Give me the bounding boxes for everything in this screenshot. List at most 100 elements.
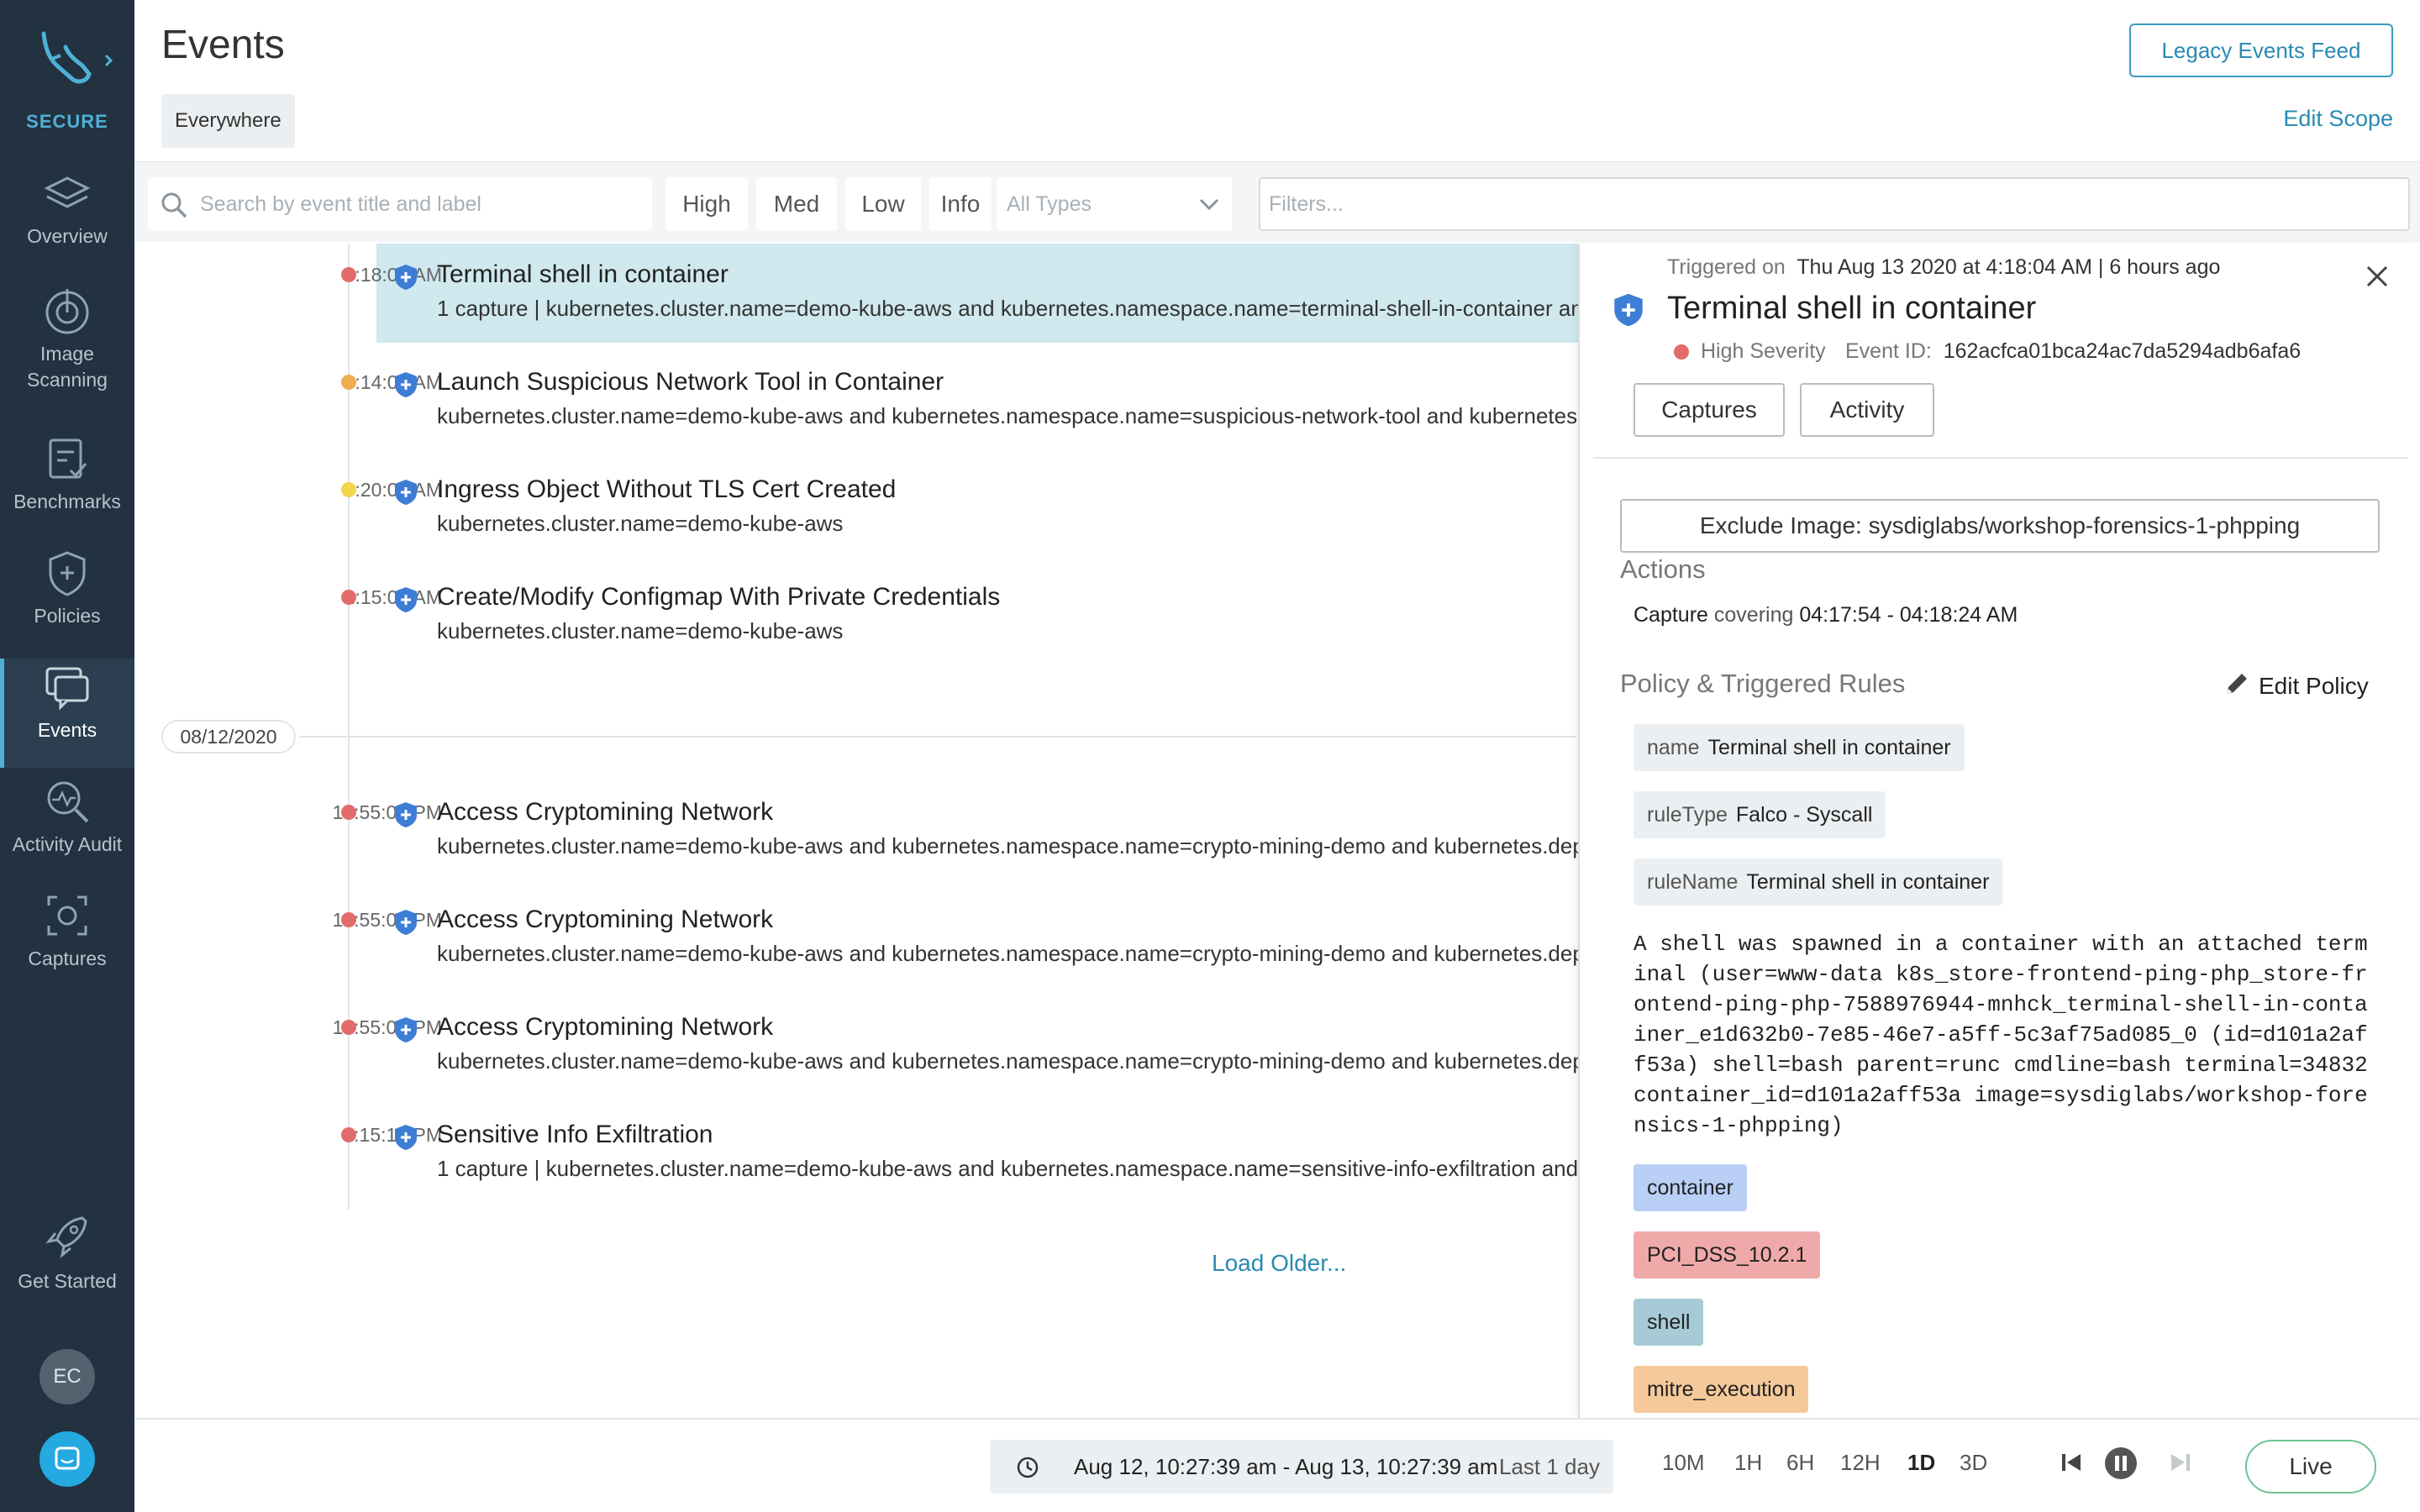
sidebar-item-label: Captures [28,948,107,969]
event-subtitle: kubernetes.cluster.name=demo-kube-aws an… [437,833,1580,858]
event-row[interactable]: 3:15:10 PM Sensitive Info Exfiltration 1… [134,1104,1580,1203]
close-icon[interactable] [2365,264,2390,289]
rule-key: ruleType [1647,803,1728,827]
chat-button[interactable] [39,1431,95,1487]
range-1d-button[interactable]: 1D [1907,1450,1935,1476]
range-12h-button[interactable]: 12H [1840,1450,1881,1476]
event-time: 3:20:01 AM [344,479,442,501]
event-row[interactable]: 10:55:03 PM Access Cryptomining Network … [134,996,1580,1095]
event-id: Event ID: 162acfca01bca24ac7da5294adb6af… [1845,339,2301,364]
shield-plus-icon [1614,293,1643,327]
severity-high-button[interactable]: High [666,177,748,231]
severity-info-button[interactable]: Info [929,177,992,231]
chevron-down-icon [1199,198,1219,211]
severity-dot [341,1127,356,1142]
shield-plus-icon [395,1017,417,1042]
time-range-display[interactable]: Aug 12, 10:27:39 am - Aug 13, 10:27:39 a… [990,1440,1613,1494]
legacy-events-feed-button[interactable]: Legacy Events Feed [2129,24,2393,77]
event-time: 1:15:04 AM [344,586,442,608]
skip-back-icon[interactable] [2059,1450,2084,1475]
rule-value: Terminal shell in container [1746,870,1990,894]
date-separator-line [299,736,1576,738]
event-title: Launch Suspicious Network Tool in Contai… [437,368,944,396]
event-row[interactable]: 4:18:04 AM Terminal shell in container 1… [134,244,1580,343]
pause-icon[interactable] [2104,1446,2138,1480]
capture-label[interactable]: Capture [1634,603,1708,627]
live-button[interactable]: Live [2245,1440,2376,1494]
event-title: Terminal shell in container [437,260,729,288]
exclude-image-button[interactable]: Exclude Image: sysdiglabs/workshop-foren… [1620,499,2380,553]
range-3d-button[interactable]: 3D [1960,1450,1987,1476]
edit-scope-link[interactable]: Edit Scope [2283,106,2393,132]
event-row[interactable]: 10:55:04 PM Access Cryptomining Network … [134,889,1580,988]
event-subtitle: kubernetes.cluster.name=demo-kube-aws an… [437,403,1580,428]
event-title: Sensitive Info Exfiltration [437,1121,713,1148]
tab-captures[interactable]: Captures [1634,383,1785,437]
event-subtitle: kubernetes.cluster.name=demo-kube-aws [437,618,844,643]
event-type-select[interactable]: All Types [997,177,1232,231]
event-row[interactable]: 10:55:04 PM Access Cryptomining Network … [134,781,1580,880]
sidebar-item-get-started[interactable]: Get Started [0,1210,134,1310]
rule-value: Falco - Syscall [1735,803,1873,827]
sidebar-item-image-scanning[interactable]: Image Scanning [0,286,134,412]
logo[interactable]: SECURE [0,25,134,143]
sysdig-logo-icon [41,31,113,84]
range-1h-button[interactable]: 1H [1734,1450,1762,1476]
event-time: 3:15:10 PM [343,1124,442,1146]
scan-icon [45,289,89,334]
rule-key: name [1647,736,1700,759]
tag-shell[interactable]: shell [1634,1299,1704,1346]
edit-policy-label: Edit Policy [2259,673,2369,699]
sidebar-item-label: Events [37,719,97,741]
sidebar-item-events[interactable]: Events [0,659,134,768]
rule-value: Terminal shell in container [1707,736,1951,759]
sidebar-item-overview[interactable]: Overview [0,168,134,272]
tag-pci-dss[interactable]: PCI_DSS_10.2.1 [1634,1231,1821,1278]
event-card [376,244,1580,343]
policy-heading: Policy & Triggered Rules [1620,669,1906,698]
event-row[interactable]: 1:15:04 AM Create/Modify Configmap With … [134,566,1580,665]
sidebar-item-captures[interactable]: Captures [0,890,134,995]
pencil-icon [2227,674,2247,694]
range-10m-button[interactable]: 10M [1662,1450,1705,1476]
clock-icon [1017,1457,1039,1478]
time-range-text: Aug 12, 10:27:39 am - Aug 13, 10:27:39 a… [1074,1454,1498,1479]
rule-key: ruleName [1647,870,1739,894]
tag-container[interactable]: container [1634,1164,1747,1211]
edit-policy-button[interactable]: Edit Policy [2223,670,2369,700]
sidebar-item-label: Policies [34,605,101,627]
triggered-value: Thu Aug 13 2020 at 4:18:04 AM | 6 hours … [1797,255,2221,279]
time-navigation-bar: Aug 12, 10:27:39 am - Aug 13, 10:27:39 a… [134,1418,2420,1512]
sidebar-item-activity-audit[interactable]: Activity Audit [0,776,134,880]
rule-chip-name: name Terminal shell in container [1634,724,1965,771]
scope-chip[interactable]: Everywhere [161,94,295,148]
load-older-link[interactable]: Load Older... [1212,1250,1346,1277]
event-time: 4:14:04 AM [344,371,442,393]
divider [1593,457,2408,459]
severity-med-button[interactable]: Med [756,177,837,231]
capture-text: covering [1713,603,1794,627]
rocket-icon [45,1216,87,1258]
brand-label: SECURE [26,111,108,132]
event-detail-panel: Triggered on Thu Aug 13 2020 at 4:18:04 … [1578,244,2420,1418]
event-subtitle: 1 capture | kubernetes.cluster.name=demo… [437,296,1580,321]
sidebar-item-policies[interactable]: Policies [0,548,134,652]
tag-mitre-execution[interactable]: mitre_execution [1634,1366,1809,1413]
event-subtitle: 1 capture | kubernetes.cluster.name=demo… [437,1156,1580,1181]
sidebar: SECURE Overview Image Scanning Benchmark… [0,0,134,1512]
severity-low-button[interactable]: Low [845,177,921,231]
sidebar-item-label: Activity Audit [12,833,123,855]
event-title: Ingress Object Without TLS Cert Created [437,475,897,503]
event-row[interactable]: 4:14:04 AM Launch Suspicious Network Too… [134,351,1580,450]
sidebar-item-benchmarks[interactable]: Benchmarks [0,433,134,538]
skip-forward-icon[interactable] [2168,1450,2193,1475]
avatar[interactable]: EC [39,1349,95,1404]
event-row[interactable]: 3:20:01 AM Ingress Object Without TLS Ce… [134,459,1580,558]
tab-activity[interactable]: Activity [1800,383,1934,437]
range-6h-button[interactable]: 6H [1786,1450,1814,1476]
filters-input[interactable]: Filters... [1259,177,2410,231]
severity-dot [341,482,356,497]
sidebar-item-label: Benchmarks [13,491,121,512]
search-input[interactable] [200,177,637,231]
severity-dot [341,267,356,282]
